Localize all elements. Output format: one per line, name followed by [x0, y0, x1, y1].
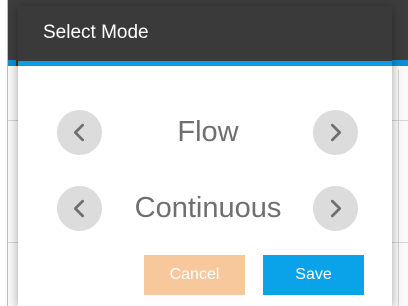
- chevron-left-icon: [73, 199, 85, 218]
- screen: Select Mode Flow Continuous Cancel Save: [0, 0, 408, 306]
- chevron-left-icon: [73, 123, 85, 142]
- background-divider: [398, 70, 399, 306]
- previous-mode-button[interactable]: [57, 110, 102, 155]
- next-mode-button[interactable]: [313, 110, 358, 155]
- save-button[interactable]: Save: [263, 255, 364, 295]
- chevron-right-icon: [330, 123, 342, 142]
- background-accent-bar: [392, 60, 408, 66]
- background-accent-bar: [8, 60, 16, 66]
- submode-value: Continuous: [134, 192, 282, 224]
- previous-submode-button[interactable]: [57, 186, 102, 231]
- mode-row-continuous: Continuous: [18, 184, 392, 234]
- chevron-right-icon: [330, 199, 342, 218]
- next-submode-button[interactable]: [313, 186, 358, 231]
- select-mode-dialog: Select Mode Flow Continuous Cancel Save: [18, 6, 392, 306]
- dialog-title: Select Mode: [43, 22, 149, 43]
- dialog-header: Select Mode: [18, 6, 392, 66]
- mode-value: Flow: [177, 116, 239, 148]
- cancel-button[interactable]: Cancel: [144, 255, 245, 295]
- mode-row-flow: Flow: [18, 108, 392, 158]
